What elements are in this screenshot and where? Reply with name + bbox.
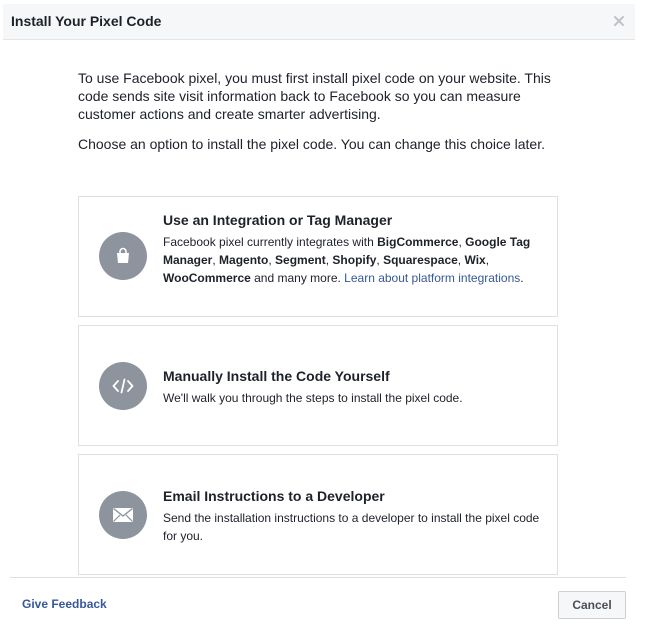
install-pixel-dialog: Install Your Pixel Code To use Facebook … — [0, 0, 645, 635]
intro-paragraph: To use Facebook pixel, you must first in… — [78, 70, 551, 122]
dialog-title: Install Your Pixel Code — [11, 13, 162, 29]
option-manual-install-title: Manually Install the Code Yourself — [163, 368, 390, 384]
separator: , — [485, 253, 490, 267]
envelope-icon — [99, 491, 147, 539]
desc-suffix: and many more. — [250, 271, 345, 285]
platform-name: Squarespace — [383, 253, 458, 267]
platform-name: Shopify — [332, 253, 377, 267]
option-manual-install-desc: We'll walk you through the steps to inst… — [163, 391, 463, 405]
platform-name: Segment — [275, 253, 326, 267]
choose-option-paragraph: Choose an option to install the pixel co… — [78, 136, 545, 152]
learn-platform-integrations-link[interactable]: Learn about platform integrations — [344, 271, 520, 285]
shopping-bag-icon — [99, 232, 147, 280]
dialog-header: Install Your Pixel Code — [3, 4, 635, 40]
option-integration-title: Use an Integration or Tag Manager — [163, 212, 393, 228]
platform-name: BigCommerce — [377, 235, 459, 249]
cancel-button[interactable]: Cancel — [558, 591, 626, 619]
option-integration-card[interactable]: Use an Integration or Tag Manager Facebo… — [78, 196, 558, 317]
option-email-developer-text: Email Instructions to a Developer Send t… — [163, 487, 541, 545]
desc-end: . — [520, 271, 524, 285]
platform-name: Wix — [464, 253, 486, 267]
desc-prefix: Facebook pixel currently integrates with — [163, 235, 378, 249]
platform-name: WooCommerce — [163, 271, 251, 285]
option-email-developer-title: Email Instructions to a Developer — [163, 488, 385, 504]
option-email-developer-card[interactable]: Email Instructions to a Developer Send t… — [78, 454, 558, 575]
option-manual-install-card[interactable]: Manually Install the Code Yourself We'll… — [78, 325, 558, 446]
option-email-developer-desc: Send the installation instructions to a … — [163, 511, 540, 543]
close-icon[interactable] — [611, 13, 627, 29]
option-integration-desc: Facebook pixel currently integrates with… — [163, 233, 541, 287]
option-integration-text: Use an Integration or Tag Manager Facebo… — [163, 211, 541, 287]
platform-name: Magento — [219, 253, 269, 267]
intro-section: To use Facebook pixel, you must first in… — [78, 69, 558, 153]
code-icon — [99, 362, 147, 410]
install-options: Use an Integration or Tag Manager Facebo… — [78, 196, 558, 583]
give-feedback-link[interactable]: Give Feedback — [22, 597, 107, 611]
option-manual-install-text: Manually Install the Code Yourself We'll… — [163, 367, 541, 407]
footer-divider — [10, 577, 626, 578]
